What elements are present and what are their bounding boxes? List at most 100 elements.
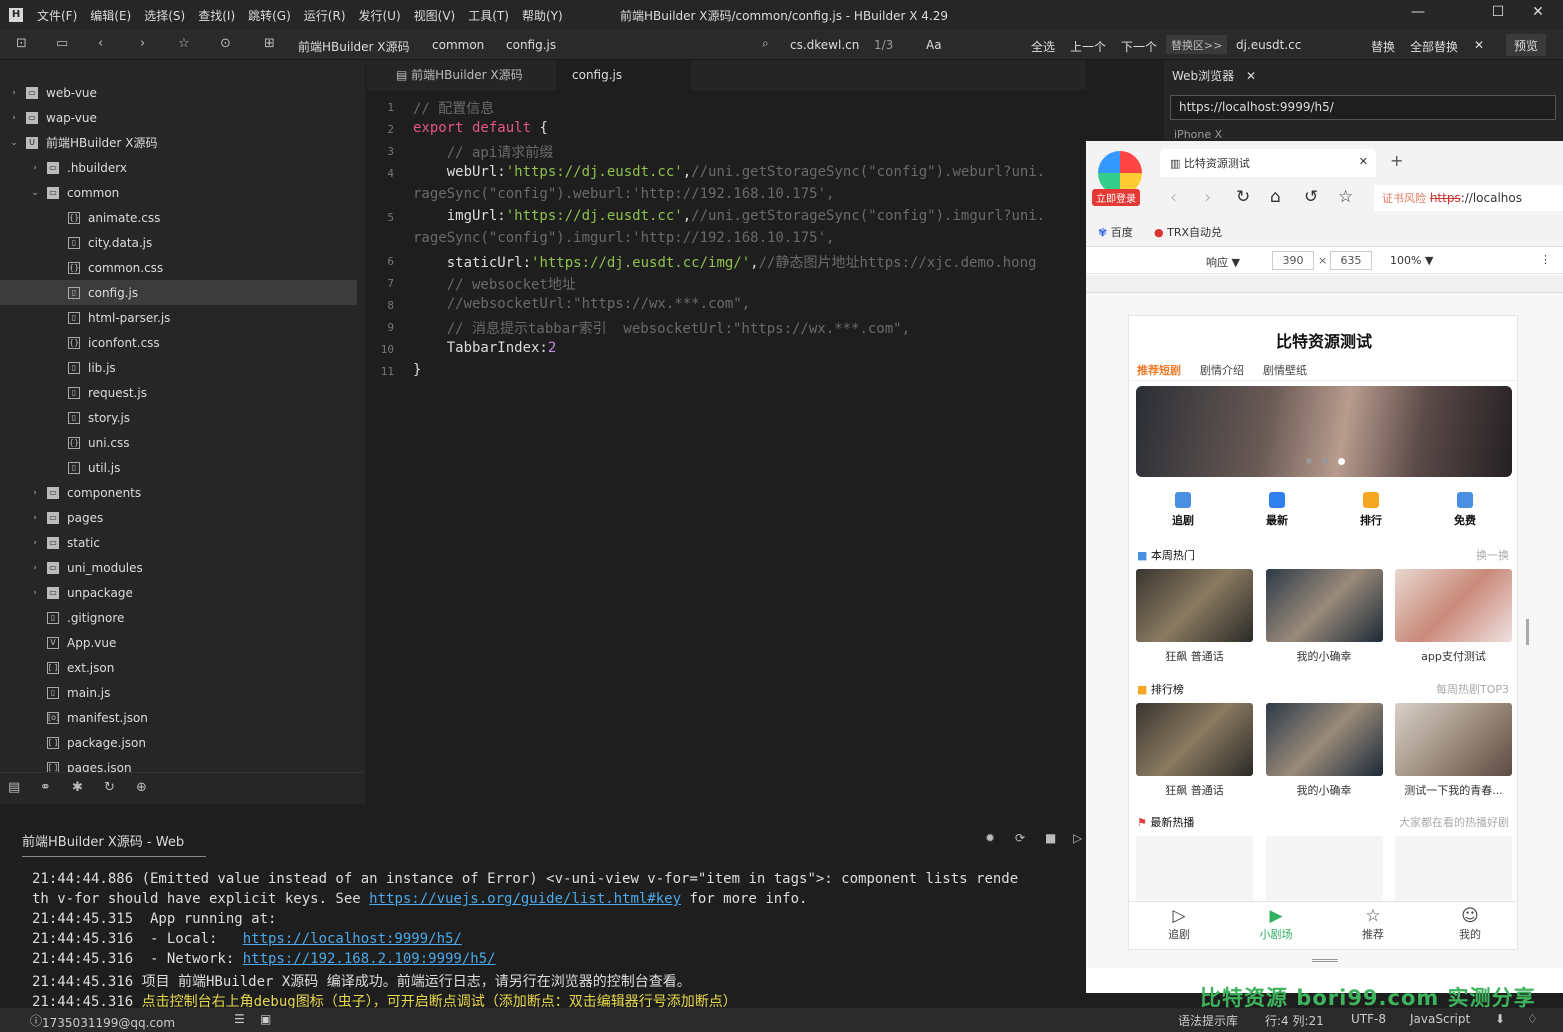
twisty-icon[interactable]: ⌄ [29, 188, 41, 198]
stop-icon[interactable]: ■ [1045, 831, 1056, 845]
browser-tab-close-icon[interactable]: ✕ [1359, 155, 1368, 168]
minimize-button[interactable]: — [1398, 4, 1438, 20]
top-tab-wallpaper[interactable]: 剧情壁纸 [1263, 362, 1307, 378]
drama-title[interactable]: 狂飙 普通话 [1136, 782, 1253, 798]
menu-item[interactable]: 运行(R) [304, 7, 346, 24]
resize-handle[interactable] [1526, 619, 1529, 645]
quick-entry[interactable]: 免费 [1418, 486, 1512, 532]
tree-item[interactable]: ▯ main.js [0, 680, 357, 705]
device-select[interactable]: iPhone X [1174, 128, 1222, 141]
home-icon[interactable]: ⌂ [1270, 187, 1281, 207]
new-tab-icon[interactable]: + [1390, 151, 1403, 170]
tree-item[interactable]: [ ] ext.json [0, 655, 357, 680]
drama-poster[interactable] [1265, 569, 1383, 642]
tree-item[interactable]: [ ] pages.json [0, 755, 357, 772]
code-line[interactable]: // 配置信息 [413, 98, 494, 118]
drama-poster[interactable] [1395, 703, 1512, 776]
drama-title[interactable]: app支付测试 [1395, 648, 1512, 664]
list-icon[interactable]: ☰ [234, 1012, 245, 1026]
drama-title[interactable]: 测试一下我的青春... [1395, 782, 1512, 798]
tree-item[interactable]: ▯ util.js [0, 455, 357, 480]
code-line[interactable]: //websocketUrl:"https://wx.***.com", [413, 296, 750, 312]
tree-item[interactable]: › ▭ components [0, 480, 357, 505]
browser-back-icon[interactable]: ‹ [1170, 187, 1177, 208]
quick-entry[interactable]: 排行 [1324, 486, 1418, 532]
login-badge[interactable]: 立即登录 [1092, 189, 1140, 206]
device-height-input[interactable]: 635 [1330, 251, 1372, 270]
code-line[interactable]: // 消息提示tabbar索引 websocketUrl:"https://wx… [413, 318, 910, 338]
line-number[interactable]: 11 [366, 365, 394, 378]
tree-item[interactable]: › ▭ .hbuilderx [0, 155, 357, 180]
breadcrumb-file[interactable]: config.js [506, 38, 556, 52]
code-line[interactable]: export default { [413, 120, 548, 136]
menu-item[interactable]: 发行(U) [359, 7, 401, 24]
undo-icon[interactable]: ↺ [1304, 187, 1318, 207]
code-line[interactable]: rageSync("config").weburl:'http://192.16… [413, 186, 834, 202]
bottom-resize-handle[interactable] [1312, 959, 1338, 962]
web-browser-tab[interactable]: Web浏览器 ✕ [1172, 67, 1256, 84]
tree-item[interactable]: › ▭ web-vue [0, 80, 357, 105]
line-number[interactable]: 7 [366, 277, 394, 290]
bookmark-star-icon[interactable]: ☆ [1338, 187, 1353, 207]
twisty-icon[interactable]: › [29, 538, 41, 548]
replace-input[interactable]: dj.eusdt.cc [1236, 38, 1301, 52]
menu-item[interactable]: 帮助(Y) [522, 7, 563, 24]
forward-icon[interactable]: › [140, 36, 145, 51]
code-line[interactable]: imgUrl:'https://dj.eusdt.cc',//uni.getSt… [413, 208, 1045, 224]
tree-item[interactable]: ▯ html-parser.js [0, 305, 357, 330]
close-find-icon[interactable]: ✕ [1474, 38, 1484, 52]
encoding[interactable]: UTF-8 [1351, 1012, 1386, 1026]
code-line[interactable]: staticUrl:'https://dj.eusdt.cc/img/',//静… [413, 252, 1037, 272]
language-mode[interactable]: JavaScript [1410, 1012, 1470, 1026]
refresh-link[interactable]: 换一换 [1476, 547, 1509, 563]
carousel-dot-active[interactable] [1338, 458, 1345, 465]
maximize-button[interactable]: ☐ [1478, 4, 1518, 20]
select-all-button[interactable]: 全选 [1031, 38, 1055, 55]
bookmark-trx[interactable]: ● TRX自动兑 [1154, 224, 1222, 240]
tree-item[interactable]: › ▭ pages [0, 505, 357, 530]
line-number[interactable]: 4 [366, 167, 394, 180]
menu-item[interactable]: 文件(F) [37, 7, 77, 24]
browser-tab[interactable]: ▥ 比特资源测试 ✕ [1160, 149, 1376, 177]
menu-item[interactable]: 编辑(E) [90, 7, 131, 24]
zoom-select[interactable]: 100% ▼ [1390, 254, 1433, 267]
tree-item[interactable]: › ▭ unpackage [0, 580, 357, 605]
top-tab-recommend[interactable]: 推荐短剧 [1137, 362, 1181, 378]
preview-button[interactable]: 预览 [1506, 34, 1547, 56]
tree-item[interactable]: {} uni.css [0, 430, 357, 455]
drama-poster[interactable] [1136, 703, 1253, 776]
cursor-position[interactable]: 行:4 列:21 [1265, 1012, 1324, 1029]
console-link[interactable]: https://vuejs.org/guide/list.html#key [369, 891, 681, 907]
webview-url-input[interactable]: https://localhost:9999/h5/ [1170, 95, 1556, 120]
code-line[interactable]: webUrl:'https://dj.eusdt.cc',//uni.getSt… [413, 164, 1045, 180]
tab-config-js[interactable]: config.js [556, 60, 691, 90]
close-window-button[interactable]: ✕ [1518, 4, 1558, 20]
tree-item[interactable]: ▯ .gitignore [0, 605, 357, 630]
tree-item[interactable]: ▯ config.js [0, 280, 357, 305]
debug-bug-icon[interactable]: ✹ [985, 831, 995, 845]
terminal-icon[interactable]: ▷ [1073, 831, 1082, 845]
twisty-icon[interactable]: › [29, 513, 41, 523]
code-editor[interactable]: 1 // 配置信息 2 export default {3 // api请求前缀 4 w… [366, 90, 1086, 804]
tree-item[interactable]: ▯ story.js [0, 405, 357, 430]
line-number[interactable]: 2 [366, 123, 394, 136]
quick-entry[interactable]: 最新 [1230, 486, 1324, 532]
code-line[interactable]: rageSync("config").imgurl:'http://192.16… [413, 230, 834, 246]
tree-item[interactable]: ▯ lib.js [0, 355, 357, 380]
code-line[interactable]: TabbarIndex:2 [413, 340, 557, 356]
console-toggle-icon[interactable]: ▣ [260, 1012, 271, 1026]
save-icon[interactable]: ▭ [56, 36, 68, 51]
tree-item[interactable]: ⌄ ▭ common [0, 180, 357, 205]
tree-item[interactable]: › ▭ wap-vue [0, 105, 357, 130]
twisty-icon[interactable]: › [29, 163, 41, 173]
tree-item[interactable]: ▯ request.js [0, 380, 357, 405]
run-icon[interactable]: ⊙ [220, 36, 231, 51]
replace-all-button[interactable]: 全部替换 [1410, 38, 1458, 55]
line-number[interactable]: 5 [366, 211, 394, 224]
menu-item[interactable]: 选择(S) [144, 7, 185, 24]
account-label[interactable]: ⓘ 1735031199@qq.com [30, 1012, 175, 1030]
top-tab-intro[interactable]: 剧情介绍 [1200, 362, 1244, 378]
tree-item[interactable]: [ ] package.json [0, 730, 357, 755]
new-file-icon[interactable]: ⊡ [16, 36, 27, 51]
drama-title[interactable]: 我的小确幸 [1266, 782, 1383, 798]
